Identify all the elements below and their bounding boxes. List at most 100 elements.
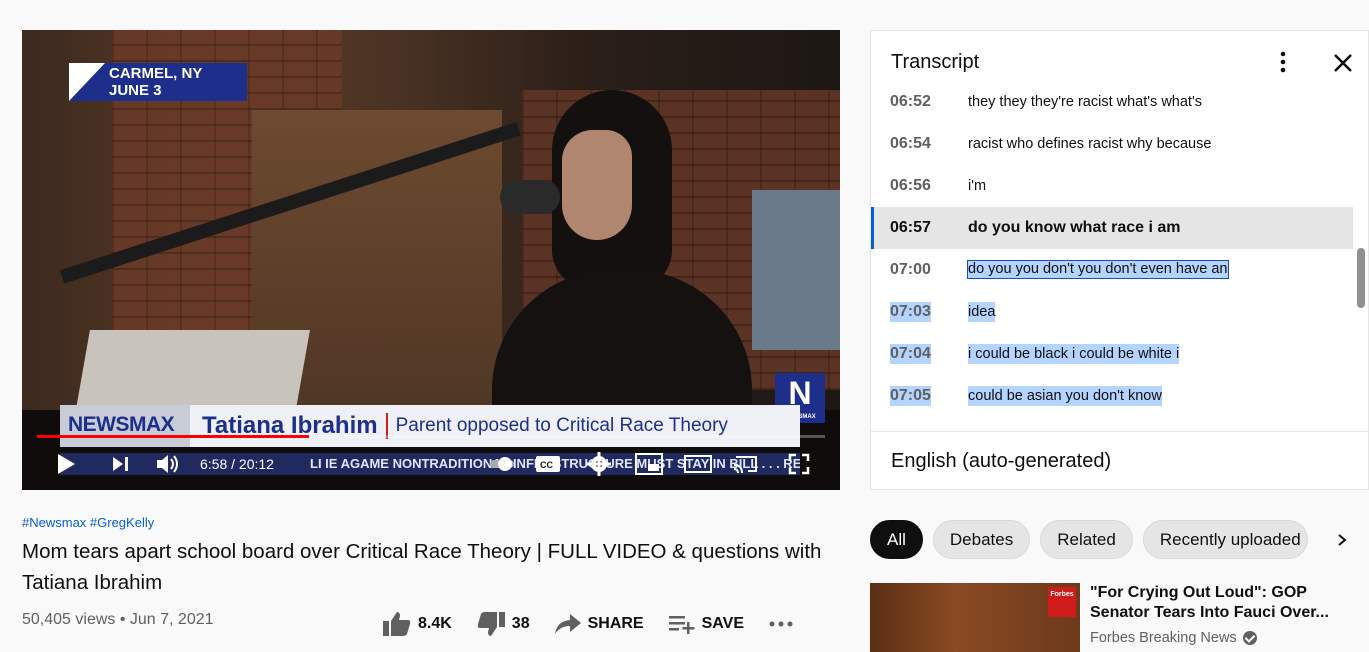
captions-icon: CC — [536, 456, 560, 472]
transcript-segment-active[interactable]: 06:57 do you know what race i am — [871, 207, 1353, 249]
segment-text: do you know what race i am — [968, 219, 1181, 236]
chip-recently-uploaded[interactable]: Recently uploaded — [1142, 520, 1308, 559]
captions-button[interactable]: CC — [534, 448, 562, 480]
segment-text: they they they're racist what's what's — [968, 94, 1202, 110]
video-hashtags[interactable]: #Newsmax #GregKelly — [22, 515, 154, 530]
transcript-panel: Transcript 06:52 they they they're racis… — [870, 30, 1369, 490]
play-button[interactable] — [52, 448, 80, 480]
progress-played — [37, 435, 309, 438]
playlist-add-icon — [668, 616, 695, 634]
video-actions: 8.4K 38 SHARE SAVE — [382, 608, 824, 640]
like-button[interactable]: 8.4K — [382, 611, 452, 637]
transcript-segment[interactable]: 07:04 i could be black i could be white … — [871, 333, 1353, 375]
transcript-footer: English (auto-generated) — [871, 431, 1368, 489]
chip-related[interactable]: Related — [1040, 520, 1133, 559]
dislike-count: 38 — [511, 615, 530, 632]
save-button[interactable]: SAVE — [668, 613, 744, 635]
more-horizontal-icon — [769, 621, 793, 627]
player-controls: 6:58 / 20:12 CC — [22, 448, 840, 480]
thumbs-down-icon — [477, 612, 505, 636]
miniplayer-icon — [635, 453, 663, 475]
transcript-language-selector[interactable]: English (auto-generated) — [891, 450, 1111, 473]
view-count-and-date: 50,405 views • Jun 7, 2021 — [22, 611, 214, 628]
speaker-face — [562, 130, 632, 240]
share-icon — [554, 614, 581, 634]
autoplay-icon — [490, 457, 514, 471]
mute-button[interactable] — [152, 448, 184, 480]
transcript-more-button[interactable] — [1271, 49, 1295, 75]
segment-timestamp: 06:52 — [890, 93, 931, 110]
more-actions-button[interactable] — [768, 620, 800, 628]
lower-third-brand: NEWSMAX — [60, 405, 190, 447]
recommended-video-title[interactable]: "For Crying Out Loud": GOP Senator Tears… — [1090, 583, 1350, 623]
close-icon — [1334, 54, 1352, 72]
cast-icon — [733, 456, 757, 474]
chips-next-button[interactable] — [1334, 530, 1350, 550]
verified-badge-icon — [1242, 631, 1257, 645]
segment-timestamp-selected: 07:05 — [890, 386, 931, 406]
segment-timestamp: 06:56 — [890, 177, 931, 194]
autoplay-toggle[interactable] — [488, 448, 516, 480]
transcript-scrollbar[interactable] — [1357, 248, 1365, 308]
theater-icon — [684, 455, 712, 473]
time-current: 6:58 — [200, 456, 228, 472]
recommended-channel[interactable]: Forbes Breaking News — [1090, 630, 1257, 646]
time-total: 20:12 — [238, 456, 274, 472]
transcript-title: Transcript — [891, 51, 980, 73]
segment-timestamp-selected: 07:03 — [890, 302, 931, 322]
segment-text-selected: could be asian you don't know — [968, 386, 1162, 406]
fullscreen-button[interactable] — [784, 448, 814, 480]
cast-button[interactable] — [730, 448, 762, 480]
location-date: JUNE 3 — [109, 82, 162, 99]
segment-timestamp: 06:54 — [890, 135, 931, 152]
like-count: 8.4K — [418, 615, 452, 632]
chip-all[interactable]: All — [870, 520, 923, 559]
background-object — [752, 190, 840, 350]
miniplayer-button[interactable] — [633, 448, 665, 480]
video-title: Mom tears apart school board over Critic… — [22, 540, 822, 594]
transcript-segment[interactable]: 06:54 racist who defines racist why beca… — [871, 123, 1353, 165]
chevron-right-icon — [1338, 534, 1347, 546]
transcript-segment[interactable]: 06:56 i'm — [871, 165, 1353, 207]
svg-text:CC: CC — [540, 460, 553, 470]
progress-bar[interactable] — [37, 435, 825, 438]
play-icon — [58, 454, 75, 474]
segment-text-selected: idea — [968, 302, 996, 322]
lower-third: NEWSMAX Tatiana Ibrahim Parent opposed t… — [60, 405, 800, 447]
transcript-segment[interactable]: 07:05 could be asian you don't know — [871, 375, 1353, 417]
segment-timestamp: 06:57 — [890, 219, 931, 236]
settings-button[interactable] — [585, 448, 613, 480]
transcript-segment[interactable]: 07:03 idea — [871, 291, 1353, 333]
time-display: 6:58 / 20:12 — [200, 448, 274, 480]
filter-chips: All Debates Related Recently uploaded — [870, 520, 1318, 559]
dislike-button[interactable]: 38 — [476, 611, 530, 637]
volume-icon — [157, 455, 178, 473]
video-player[interactable]: CARMEL, NY JUNE 3 N NEWSMAX NEWSMAX Tati… — [22, 30, 840, 490]
transcript-close-button[interactable] — [1329, 49, 1357, 77]
lower-third-description: Parent opposed to Critical Race Theory — [395, 415, 728, 436]
share-label: SHARE — [587, 615, 644, 632]
microphone — [500, 180, 560, 214]
fullscreen-icon — [788, 453, 810, 475]
next-icon — [113, 457, 128, 471]
transcript-segment[interactable]: 06:52 they they they're racist what's wh… — [871, 93, 1353, 123]
recommended-channel-name: Forbes Breaking News — [1090, 630, 1237, 646]
location-tag: CARMEL, NY JUNE 3 — [69, 63, 247, 101]
theater-button[interactable] — [682, 448, 714, 480]
share-button[interactable]: SHARE — [554, 612, 644, 636]
chip-debates[interactable]: Debates — [932, 520, 1031, 559]
segment-text: i'm — [968, 178, 987, 194]
gear-icon — [587, 452, 611, 476]
segment-text-selected: i could be black i could be white i — [968, 344, 1180, 364]
transcript-segment-list[interactable]: 06:52 they they they're racist what's wh… — [871, 93, 1368, 431]
segment-text: racist who defines racist why because — [968, 136, 1212, 152]
lower-third-name-bar: Tatiana Ibrahim Parent opposed to Critic… — [190, 405, 800, 447]
segment-timestamp: 07:00 — [890, 261, 931, 278]
location-city: CARMEL, NY — [109, 65, 203, 82]
recommended-video-thumbnail[interactable]: Forbes — [870, 583, 1080, 652]
transcript-segment[interactable]: 07:00 do you you don't you don't even ha… — [871, 249, 1353, 291]
transcript-header: Transcript — [871, 31, 1368, 93]
forbes-badge: Forbes — [1048, 587, 1076, 617]
next-button[interactable] — [106, 448, 134, 480]
segment-timestamp-selected: 07:04 — [890, 344, 931, 364]
